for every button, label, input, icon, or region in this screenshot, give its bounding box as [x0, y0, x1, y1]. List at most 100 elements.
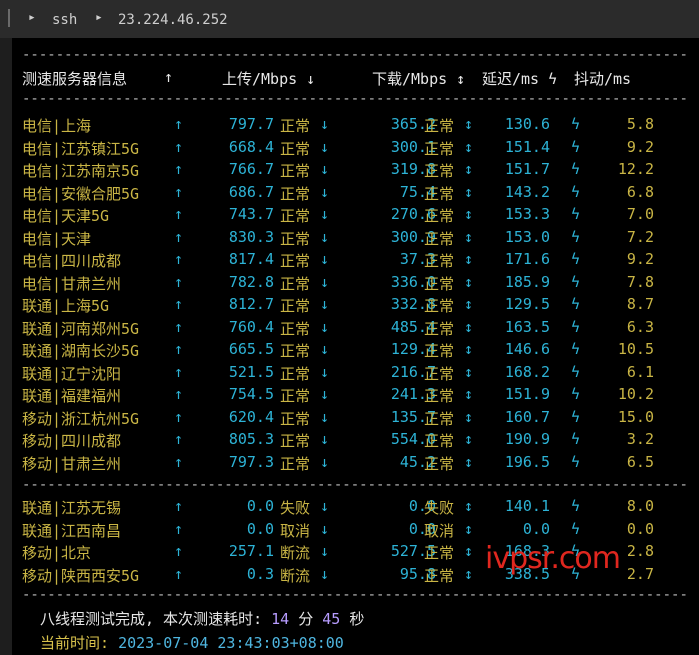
table-row: 电信|江苏南京5G ↑ 766.7 正常 ↓ 319.8 正常 ↕ 151.7 ϟ 12.2 — [12, 159, 692, 181]
updown-arrow-icon: ↕ — [464, 519, 474, 538]
updown-arrow-icon: ↕ — [464, 452, 474, 471]
upload-status: 正常 — [280, 139, 311, 158]
table-row: 电信|上海 ↑ 797.7 正常 ↓ 365.2 正常 ↕ 130.6 ϟ 5.8 — [12, 114, 692, 136]
table-row: 电信|天津5G ↑ 743.7 正常 ↓ 270.6 正常 ↕ 153.3 ϟ 7.0 — [12, 204, 692, 226]
server-name: 移动|陕西西安5G — [22, 566, 140, 585]
server-name: 电信|江苏镇江5G — [22, 139, 140, 158]
lightning-icon: ϟ — [571, 362, 581, 381]
upload-arrow-icon: ↑ — [174, 407, 184, 426]
download-arrow-icon: ↓ — [320, 542, 330, 560]
upload-value: 0.0 — [246, 497, 274, 515]
ssh-label[interactable]: ssh — [52, 12, 77, 28]
summary-sec-label: 秒 — [340, 610, 365, 628]
jitter-value: 2.8 — [626, 542, 654, 560]
upload-value: 760.4 — [228, 317, 274, 336]
server-name: 联通|江苏无锡 — [22, 499, 122, 517]
upload-status: 正常 — [280, 184, 311, 203]
upload-value: 812.7 — [228, 295, 274, 313]
updown-arrow-icon: ↕ — [464, 182, 474, 201]
updown-arrow-icon: ↕ — [464, 295, 474, 313]
jitter-value: 6.3 — [626, 317, 654, 336]
jitter-value: 7.2 — [626, 227, 654, 246]
lightning-icon: ϟ — [571, 160, 581, 178]
lightning-icon: ϟ — [571, 497, 581, 515]
server-name: 电信|甘肃兰州 — [22, 274, 122, 293]
table-row: 联通|上海5G ↑ 812.7 正常 ↓ 332.8 正常 ↕ 129.5 ϟ 8.7 — [12, 294, 692, 316]
download-status: 正常 — [424, 162, 455, 180]
summary-line: 八线程测试完成, 本次测速耗时: 14 分 45 秒 — [40, 608, 364, 629]
upload-status: 正常 — [280, 454, 311, 473]
upload-status: 取消 — [280, 521, 311, 540]
upload-value: 257.1 — [228, 542, 274, 560]
download-status: 正常 — [424, 184, 455, 203]
download-status: 正常 — [424, 139, 455, 158]
latency-value: 153.0 — [504, 227, 550, 246]
lightning-icon: ϟ — [571, 137, 581, 156]
upload-arrow-icon: ↑ — [174, 542, 184, 560]
table-row: 电信|江苏镇江5G ↑ 668.4 正常 ↓ 300.1 正常 ↕ 151.4 ϟ 9.2 — [12, 137, 692, 159]
latency-value: 171.6 — [504, 250, 550, 268]
updown-arrow-icon: ↕ — [464, 564, 474, 583]
upload-value: 0.0 — [246, 519, 274, 538]
table-row: 联通|河南郑州5G ↑ 760.4 正常 ↓ 485.4 正常 ↕ 163.5 ϟ 6.3 — [12, 317, 692, 339]
upload-arrow-icon: ↑ — [174, 430, 184, 448]
jitter-value: 3.2 — [626, 430, 654, 448]
lightning-icon: ϟ — [571, 295, 581, 313]
jitter-value: 7.8 — [626, 272, 654, 291]
upload-value: 805.3 — [228, 430, 274, 448]
jitter-value: 5.8 — [626, 115, 654, 133]
divider-header: ----------------------------------------… — [22, 92, 686, 106]
ssh-host[interactable]: 23.224.46.252 — [118, 12, 228, 28]
updown-arrow-icon: ↕ — [464, 340, 474, 358]
download-status: 正常 — [424, 544, 455, 562]
server-name: 联通|福建福州 — [22, 387, 122, 405]
server-name: 电信|天津 — [22, 229, 92, 248]
download-status: 正常 — [424, 297, 455, 315]
download-status: 正常 — [424, 432, 455, 450]
lightning-icon: ϟ — [571, 430, 581, 448]
table-row: 联通|湖南长沙5G ↑ 665.5 正常 ↓ 129.4 正常 ↕ 146.6 ϟ 10.5 — [12, 339, 692, 361]
table-row: 联通|江苏无锡 ↑ 0.0 失败 ↓ 0.0 失败 ↕ 140.1 ϟ 8.0 — [12, 496, 692, 518]
lightning-icon: ϟ — [571, 407, 581, 426]
updown-arrow-icon: ↕ — [464, 227, 474, 246]
jitter-value: 10.5 — [617, 340, 654, 358]
updown-arrow-icon: ↕ — [464, 430, 474, 448]
upload-arrow-icon: ↑ — [174, 452, 184, 471]
upload-value: 766.7 — [228, 160, 274, 178]
download-arrow-icon: ↓ — [320, 115, 330, 133]
server-name: 电信|天津5G — [22, 207, 110, 225]
jitter-value: 2.7 — [626, 564, 654, 583]
download-status: 正常 — [424, 274, 455, 293]
updown-arrow-icon: ↕ — [464, 137, 474, 156]
updown-arrow-icon: ↕ — [464, 497, 474, 515]
server-name: 移动|甘肃兰州 — [22, 454, 122, 473]
server-name: 移动|四川成都 — [22, 432, 122, 450]
download-status: 正常 — [424, 117, 455, 135]
table-row: 联通|辽宁沈阳 ↑ 521.5 正常 ↓ 216.7 正常 ↕ 168.2 ϟ 6.1 — [12, 362, 692, 384]
server-name: 电信|四川成都 — [22, 252, 122, 270]
updown-arrow-icon: ↕ — [464, 272, 474, 291]
table-row: 移动|浙江杭州5G ↑ 620.4 正常 ↓ 135.7 正常 ↕ 160.7 ϟ 15.0 — [12, 407, 692, 429]
summary-minutes: 14 — [271, 610, 290, 628]
header-server: 测速服务器信息 — [22, 70, 128, 88]
latency-value: 151.9 — [504, 385, 550, 403]
latency-value: 153.3 — [504, 205, 550, 223]
summary-prefix: 八线程测试完成, 本次测速耗时: — [40, 610, 272, 628]
jitter-value: 8.0 — [626, 497, 654, 515]
table-row: 电信|甘肃兰州 ↑ 782.8 正常 ↓ 336.0 正常 ↕ 185.9 ϟ 7.8 — [12, 272, 692, 294]
server-name: 联通|辽宁沈阳 — [22, 364, 122, 383]
table-row: 电信|安徽合肥5G ↑ 686.7 正常 ↓ 75.4 正常 ↕ 143.2 ϟ 6.8 — [12, 182, 692, 204]
jitter-value: 0.0 — [626, 519, 654, 538]
upload-status: 正常 — [280, 162, 311, 180]
download-arrow-icon: ↓ — [320, 407, 330, 426]
upload-arrow-icon: ↑ — [174, 160, 184, 178]
server-name: 联通|河南郑州5G — [22, 319, 140, 338]
upload-arrow-icon: ↑ — [174, 317, 184, 336]
divider-bottom: ----------------------------------------… — [22, 588, 686, 602]
upload-value: 743.7 — [228, 205, 274, 223]
upload-arrow-icon: ↑ — [174, 205, 184, 223]
header-jitter: 抖动/ms — [574, 70, 632, 88]
jitter-value: 12.2 — [617, 160, 654, 178]
upload-arrow-icon: ↑ — [174, 295, 184, 313]
latency-value: 146.6 — [504, 340, 550, 358]
